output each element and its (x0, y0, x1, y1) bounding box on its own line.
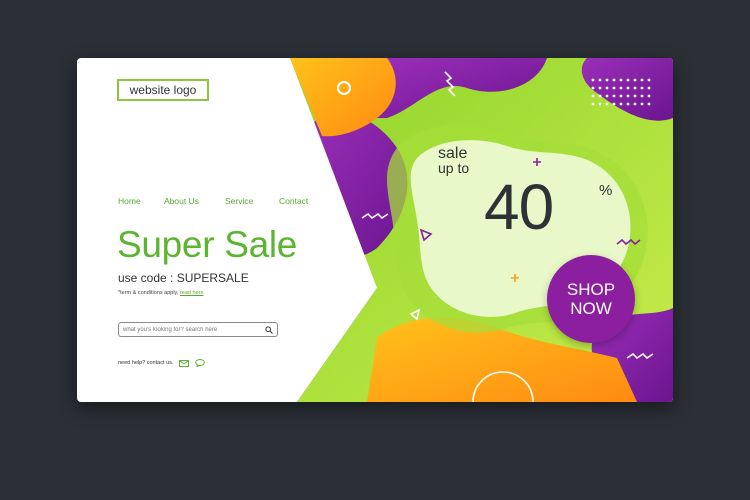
nav-item-contact[interactable]: Contact (279, 196, 308, 206)
terms-read-here-link[interactable]: read here (180, 290, 204, 296)
percent-sign: % (599, 182, 613, 199)
promo-code-line: use code : SUPERSALE (118, 271, 249, 285)
shop-now-line1: SHOP (566, 280, 616, 299)
help-contact: need help? contact us. (118, 359, 206, 367)
sale-word: sale (438, 145, 468, 162)
logo-text: website logo (129, 83, 197, 97)
up-to-word: up to (438, 160, 470, 176)
hero-headline: Super Sale (117, 224, 298, 265)
shop-now-line2: NOW (570, 299, 612, 318)
terms-text: *term & conditions apply, (118, 290, 179, 296)
website-logo[interactable]: website logo (117, 79, 209, 101)
search-input[interactable] (123, 326, 265, 333)
search-box (118, 322, 278, 337)
terms-note: *term & conditions apply, read here (118, 290, 204, 296)
nav-item-about-us[interactable]: About Us (164, 196, 225, 206)
sale-up-to-label: sale up to (438, 145, 470, 176)
nav-item-home[interactable]: Home (118, 196, 164, 206)
main-nav: Home About Us Service Contact (118, 196, 308, 206)
shop-now-button[interactable]: SHOP NOW (547, 255, 635, 343)
chat-icon[interactable] (195, 359, 206, 367)
mail-icon[interactable] (179, 359, 190, 367)
help-text: need help? contact us. (118, 360, 174, 366)
nav-item-service[interactable]: Service (225, 196, 279, 206)
search-icon[interactable] (265, 325, 273, 334)
discount-amount: 40 (484, 171, 554, 243)
landing-page-card: website logo Home About Us Service Conta… (77, 58, 673, 402)
